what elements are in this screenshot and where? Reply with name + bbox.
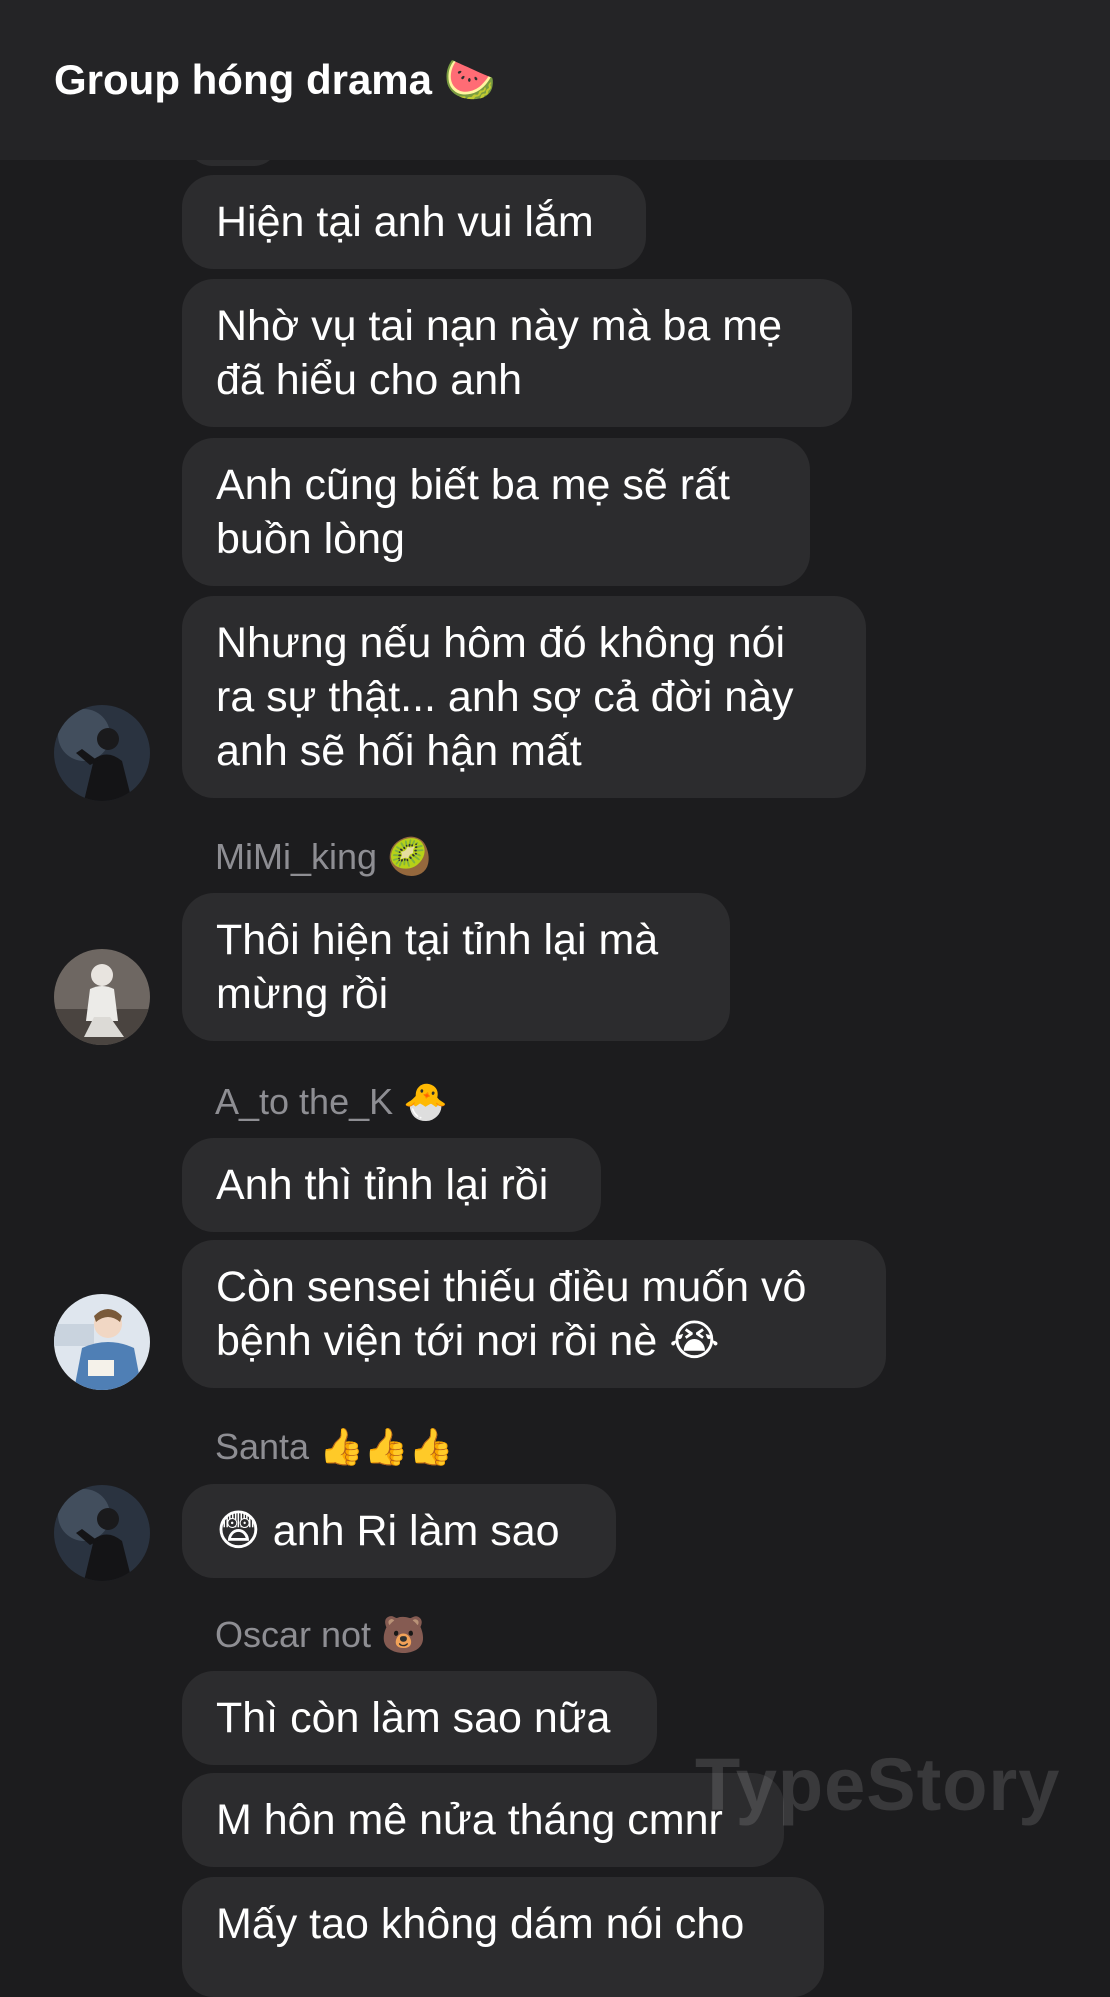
message-line: buồn lòng <box>216 515 405 563</box>
message-bubble[interactable]: Mấy tao không dám nói cho <box>182 1877 824 1997</box>
chat-area[interactable]: Hiện tại anh vui lắm Nhờ vụ tai nạn này … <box>0 0 1110 1997</box>
avatar[interactable] <box>54 949 150 1045</box>
watermark: TypeStory <box>695 1743 1061 1826</box>
sender-name: Santa 👍👍👍 <box>215 1426 454 1467</box>
avatar[interactable] <box>54 1485 150 1581</box>
sender-name: MiMi_king 🥝 <box>215 836 432 877</box>
message-line: Mấy tao không dám nói cho <box>216 1900 745 1948</box>
message-line: anh sẽ hối hận mất <box>216 727 582 775</box>
message-line: mừng rồi <box>216 970 389 1018</box>
message-line: M hôn mê nửa tháng cmnr <box>216 1796 723 1844</box>
message-line: Nhưng nếu hôm đó không nói <box>216 619 786 667</box>
message-line: ra sự thật... anh sợ cả đời này <box>216 673 794 721</box>
message-bubble[interactable]: Hiện tại anh vui lắm <box>182 175 646 269</box>
message-bubble[interactable]: Thôi hiện tại tỉnh lại mà mừng rồi <box>182 893 730 1041</box>
group-title[interactable]: Group hóng drama 🍉 <box>54 56 496 105</box>
message-bubble[interactable]: Thì còn làm sao nữa <box>182 1671 657 1765</box>
message-bubble[interactable]: Còn sensei thiếu điều muốn vô bệnh viện … <box>182 1240 886 1388</box>
message-line: Còn sensei thiếu điều muốn vô <box>216 1263 807 1311</box>
message-line: Anh cũng biết ba mẹ sẽ rất <box>216 461 730 509</box>
message-line: đã hiểu cho anh <box>216 356 523 404</box>
avatar[interactable] <box>54 705 150 801</box>
chat-header: Group hóng drama 🍉 <box>0 0 1110 160</box>
sender-name: Oscar not 🐻 <box>215 1614 426 1655</box>
message-line: Hiện tại anh vui lắm <box>216 198 594 246</box>
message-line: 😨 anh Ri làm sao <box>216 1507 560 1555</box>
message-bubble[interactable]: Anh thì tỉnh lại rồi <box>182 1138 601 1232</box>
avatar[interactable] <box>54 1294 150 1390</box>
message-line: Thì còn làm sao nữa <box>216 1694 611 1742</box>
message-bubble[interactable]: Nhưng nếu hôm đó không nói ra sự thật...… <box>182 596 866 798</box>
message-bubble[interactable]: 😨 anh Ri làm sao <box>182 1484 616 1578</box>
message-line: Thôi hiện tại tỉnh lại mà <box>216 916 659 964</box>
message-line: Anh thì tỉnh lại rồi <box>216 1161 549 1209</box>
message-line: bệnh viện tới nơi rồi nè 😭 <box>216 1317 720 1365</box>
message-bubble[interactable]: Nhờ vụ tai nạn này mà ba mẹ đã hiểu cho … <box>182 279 852 427</box>
sender-name: A_to the_K 🐣 <box>215 1081 448 1122</box>
message-bubble[interactable]: M hôn mê nửa tháng cmnr <box>182 1773 784 1867</box>
message-bubble[interactable]: Anh cũng biết ba mẹ sẽ rất buồn lòng <box>182 438 810 586</box>
message-line: Nhờ vụ tai nạn này mà ba mẹ <box>216 302 782 350</box>
